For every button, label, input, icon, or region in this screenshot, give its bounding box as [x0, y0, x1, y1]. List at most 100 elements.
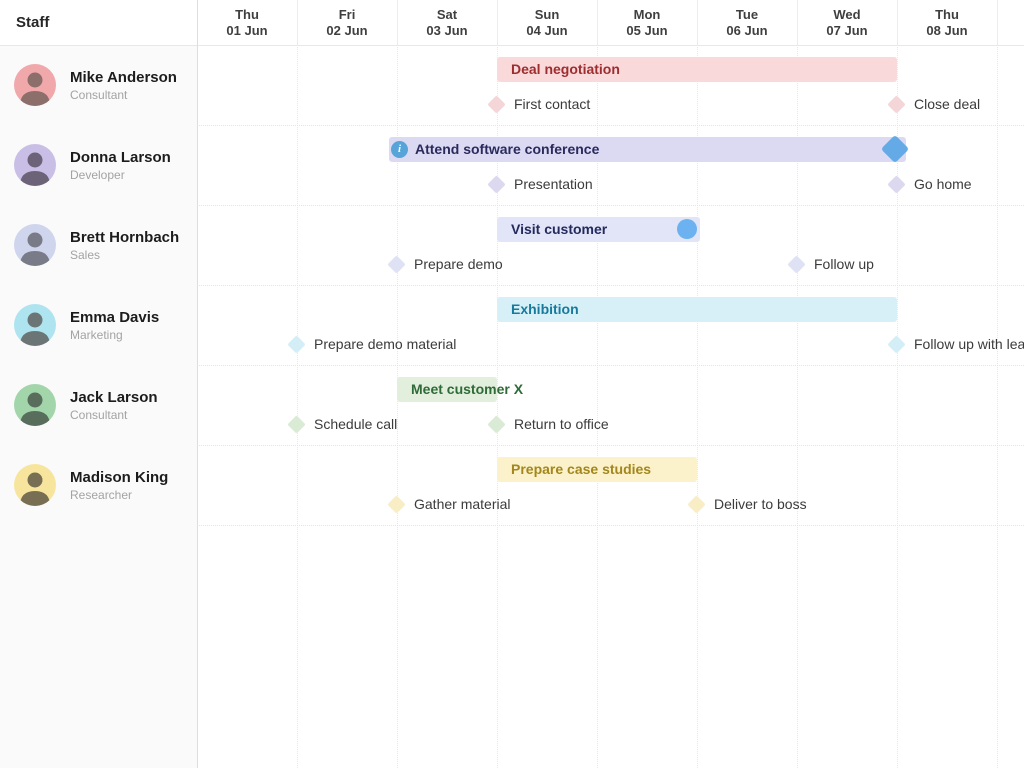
weekday-label: Thu: [197, 7, 297, 23]
milestone-first-contact[interactable]: First contact: [488, 95, 590, 113]
staff-timeline-divider: [197, 0, 198, 768]
row-separator: [197, 365, 1024, 366]
event-label: Deal negotiation: [497, 61, 620, 77]
date-header-cell: Thu 08 Jun: [897, 0, 997, 45]
milestone-diamond-icon: [287, 335, 305, 353]
avatar: [14, 464, 56, 506]
event-label: Exhibition: [497, 301, 579, 317]
staff-row: Emma Davis Marketing: [0, 285, 197, 365]
event-label: Prepare case studies: [497, 461, 651, 477]
milestone-prepare-demo-material[interactable]: Prepare demo material: [288, 335, 456, 353]
header-separator: [997, 0, 998, 45]
milestone-diamond-icon: [887, 95, 905, 113]
milestone-label: Close deal: [914, 96, 980, 112]
milestone-label: Return to office: [514, 416, 609, 432]
event-bar-attend-software-conference[interactable]: i Attend software conference: [389, 137, 906, 162]
date-label: 01 Jun: [197, 23, 297, 39]
event-bar-visit-customer[interactable]: Visit customer: [497, 217, 700, 242]
avatar: [14, 304, 56, 346]
person-silhouette-icon: [14, 384, 56, 426]
weekday-label: Sat: [397, 7, 497, 23]
event-label: Attend software conference: [389, 141, 599, 157]
staff-name: Donna Larson: [70, 148, 171, 167]
milestone-label: Follow up: [814, 256, 874, 272]
milestone-diamond-icon: [687, 495, 705, 513]
milestone-prepare-demo[interactable]: Prepare demo: [388, 255, 503, 273]
milestone-diamond-icon: [487, 415, 505, 433]
weekday-label: Mon: [597, 7, 697, 23]
date-label: 03 Jun: [397, 23, 497, 39]
milestone-follow-up-with-leads[interactable]: Follow up with leads: [888, 335, 1024, 353]
weekday-label: Sun: [497, 7, 597, 23]
milestone-label: Follow up with leads: [914, 336, 1024, 352]
event-bar-meet-customer-x[interactable]: Meet customer X: [397, 377, 497, 402]
milestone-close-deal[interactable]: Close deal: [888, 95, 980, 113]
staff-header-cell: Staff: [0, 0, 197, 45]
avatar: [14, 144, 56, 186]
milestone-diamond-icon: [487, 95, 505, 113]
staff-row: Mike Anderson Consultant: [0, 45, 197, 125]
staff-role: Researcher: [70, 488, 168, 503]
milestone-diamond-icon: [387, 255, 405, 273]
date-header-cell: Fri 02 Jun: [297, 0, 397, 45]
person-silhouette-icon: [14, 144, 56, 186]
milestone-label: Deliver to boss: [714, 496, 807, 512]
milestone-gather-material[interactable]: Gather material: [388, 495, 510, 513]
avatar: [14, 384, 56, 426]
info-icon[interactable]: i: [391, 141, 408, 158]
milestone-presentation[interactable]: Presentation: [488, 175, 593, 193]
staff-header-label: Staff: [16, 14, 49, 31]
milestone-label: Gather material: [414, 496, 510, 512]
milestone-label: First contact: [514, 96, 590, 112]
event-bar-exhibition[interactable]: Exhibition: [497, 297, 897, 322]
milestone-go-home[interactable]: Go home: [888, 175, 972, 193]
person-silhouette-icon: [14, 224, 56, 266]
date-label: 04 Jun: [497, 23, 597, 39]
milestone-label: Prepare demo material: [314, 336, 456, 352]
event-end-diamond-icon[interactable]: [881, 135, 909, 163]
milestone-schedule-call[interactable]: Schedule call: [288, 415, 397, 433]
milestone-return-to-office[interactable]: Return to office: [488, 415, 609, 433]
grid-column-line: [997, 45, 998, 768]
date-label: 05 Jun: [597, 23, 697, 39]
date-label: 06 Jun: [697, 23, 797, 39]
staff-name: Emma Davis: [70, 308, 159, 327]
weekday-label: Tue: [697, 7, 797, 23]
staff-row: Donna Larson Developer: [0, 125, 197, 205]
date-label: 02 Jun: [297, 23, 397, 39]
milestone-diamond-icon: [487, 175, 505, 193]
row-separator: [197, 445, 1024, 446]
milestone-label: Prepare demo: [414, 256, 503, 272]
date-header-cell: Mon 05 Jun: [597, 0, 697, 45]
staff-scheduler: Staff Thu 01 Jun Fri 02 Jun Sat 03 Jun S…: [0, 0, 1024, 768]
staff-role: Consultant: [70, 408, 158, 423]
milestone-deliver-to-boss[interactable]: Deliver to boss: [688, 495, 807, 513]
weekday-label: Thu: [897, 7, 997, 23]
event-bar-prepare-case-studies[interactable]: Prepare case studies: [497, 457, 697, 482]
date-header-cell: Wed 07 Jun: [797, 0, 897, 45]
date-label: 08 Jun: [897, 23, 997, 39]
staff-name: Brett Hornbach: [70, 228, 179, 247]
avatar: [14, 224, 56, 266]
event-bar-deal-negotiation[interactable]: Deal negotiation: [497, 57, 897, 82]
date-label: 07 Jun: [797, 23, 897, 39]
milestone-diamond-icon: [787, 255, 805, 273]
staff-row: Jack Larson Consultant: [0, 365, 197, 445]
milestone-diamond-icon: [387, 495, 405, 513]
staff-name: Jack Larson: [70, 388, 158, 407]
row-separator: [197, 205, 1024, 206]
person-silhouette-icon: [14, 64, 56, 106]
row-separator: [197, 525, 1024, 526]
person-silhouette-icon: [14, 304, 56, 346]
event-handle-icon[interactable]: [677, 219, 697, 239]
staff-name: Mike Anderson: [70, 68, 177, 87]
event-label: Meet customer X: [397, 381, 523, 397]
date-header-cell: Thu 01 Jun: [197, 0, 297, 45]
date-header-cell: Sat 03 Jun: [397, 0, 497, 45]
staff-role: Developer: [70, 168, 171, 183]
milestone-label: Go home: [914, 176, 972, 192]
milestone-follow-up[interactable]: Follow up: [788, 255, 874, 273]
avatar: [14, 64, 56, 106]
date-header-cell: Tue 06 Jun: [697, 0, 797, 45]
milestone-label: Schedule call: [314, 416, 397, 432]
